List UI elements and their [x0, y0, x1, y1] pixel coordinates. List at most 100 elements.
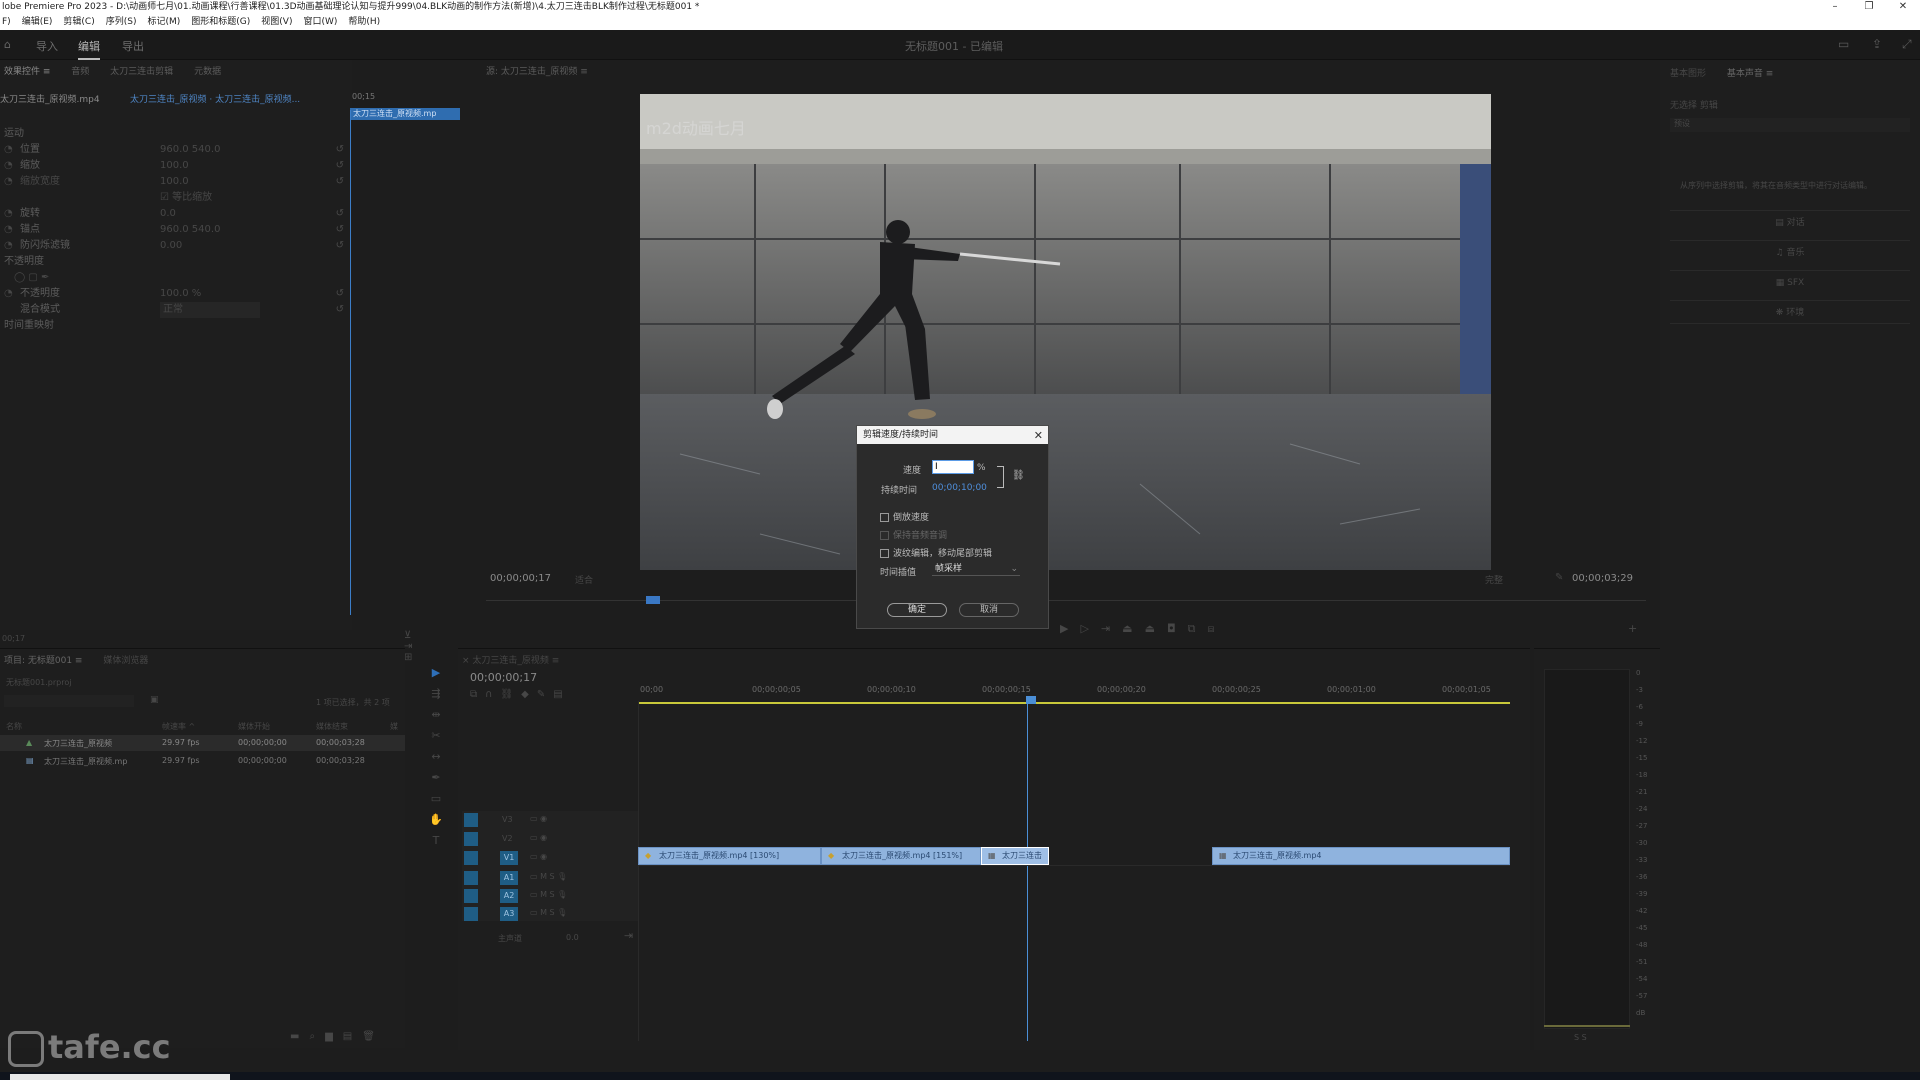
program-scrubber[interactable] [486, 600, 1646, 601]
interp-select[interactable]: 帧采样 ⌄ [932, 562, 1020, 576]
captions-icon[interactable]: ▤ [553, 689, 570, 700]
track-label-v1[interactable]: V1 [500, 851, 518, 865]
col-media[interactable]: 媒 [390, 721, 398, 732]
find-icon[interactable]: ⌕ [309, 1031, 325, 1042]
tab-project[interactable]: 项目: 无标题001 ≡ [4, 656, 82, 666]
table-row[interactable]: ▲ 太刀三连击_原视频 29.97 fps 00;00;00;00 00;00;… [0, 735, 405, 751]
prop-value[interactable]: 960.0 540.0 [160, 142, 336, 158]
tab-edit[interactable]: 编辑 [78, 38, 100, 60]
slip-icon[interactable]: ↔ [428, 746, 444, 767]
stopwatch-icon[interactable]: ◔ [4, 142, 20, 158]
col-name[interactable]: 名称 [6, 721, 22, 732]
selection-tool-icon[interactable]: ▶ [428, 662, 444, 683]
dialogue-button[interactable]: ▤ 对话 [1670, 210, 1910, 234]
go-to-end-icon[interactable]: ⇥ [624, 929, 633, 942]
ripple-edit-checkbox[interactable] [880, 549, 889, 558]
maintain-pitch-checkbox[interactable] [880, 531, 889, 540]
ellipse-mask-icon[interactable]: ◯ [14, 272, 25, 283]
menu-markers[interactable]: 标记(M) [147, 14, 180, 30]
reset-icon[interactable]: ↺ [336, 158, 344, 174]
section-time-remap[interactable]: 时间重映射 [4, 318, 344, 334]
timeline-clip[interactable]: ▦ 太刀三连击_原视频.mp4 [1212, 847, 1510, 865]
marker-icon[interactable]: ◆ [521, 689, 537, 700]
link-clips-icon[interactable]: ⛓ [500, 689, 521, 700]
reset-icon[interactable]: ↺ [336, 142, 344, 158]
tab-audio-mixer[interactable]: 音频 [71, 67, 89, 77]
ok-button[interactable]: 确定 [887, 603, 947, 617]
workspaces-icon[interactable]: ▭ [1838, 37, 1849, 51]
master-track-value[interactable]: 0.0 [566, 933, 579, 942]
blend-mode-select[interactable]: 正常 [160, 302, 260, 318]
prop-value[interactable]: 100.0 % [160, 286, 336, 302]
time-ruler[interactable]: 00;00 00;00;00;05 00;00;00;10 00;00;00;1… [638, 685, 1518, 701]
section-motion[interactable]: 运动 [4, 126, 344, 142]
timeline-clip[interactable]: ◆ 太刀三连击_原视频.mp4 [151%] [821, 847, 981, 865]
tab-essential-sound[interactable]: 基本声音 ≡ [1727, 69, 1773, 79]
track-label-a2[interactable]: A2 [500, 889, 518, 903]
track-label-a1[interactable]: A1 [500, 871, 518, 885]
track-controls-icon[interactable]: ▭ ◉ [530, 833, 547, 842]
timeline-tab[interactable]: × 太刀三连击_原视频 ≡ [462, 653, 559, 666]
new-bin-icon[interactable]: ▬ [290, 1031, 309, 1042]
track-select-icon[interactable]: ⇶ [428, 683, 444, 704]
timeline-clip-selected[interactable]: ▦ 太刀三连击 [981, 847, 1049, 865]
type-icon[interactable]: T [428, 830, 444, 851]
track-label-a3[interactable]: A3 [500, 907, 518, 921]
uniform-scale-checkbox[interactable]: ☑ 等比缩放 [160, 190, 212, 206]
table-row[interactable]: ▤ 太刀三连击_原视频.mp 29.97 fps 00;00;00;00 00;… [0, 753, 405, 769]
reverse-speed-checkbox[interactable] [880, 513, 889, 522]
meter-solo-buttons[interactable]: S S [1574, 1033, 1587, 1042]
pen-icon[interactable]: ✒ [428, 767, 444, 788]
ripple-edit-icon[interactable]: ⇹ [428, 704, 444, 725]
track-controls-icon[interactable]: ▭ ◉ [530, 814, 547, 823]
menu-graphics[interactable]: 图形和标题(G) [191, 14, 250, 30]
track-controls-icon[interactable]: ▭ M S 🎙 [530, 890, 567, 899]
reset-icon[interactable]: ↺ [336, 174, 344, 190]
col-media-end[interactable]: 媒体结束 [316, 721, 348, 732]
play-icon[interactable]: ▶ [1060, 622, 1080, 635]
tab-essential-graphics[interactable]: 基本图形 [1670, 69, 1706, 79]
folder-icon[interactable]: ▆ [325, 1031, 343, 1042]
music-button[interactable]: ♫ 音乐 [1670, 240, 1910, 264]
tab-metadata[interactable]: 元数据 [194, 67, 221, 77]
menu-help[interactable]: 帮助(H) [348, 14, 380, 30]
timeline-playhead[interactable] [1027, 701, 1028, 1041]
project-search-input[interactable] [4, 695, 134, 707]
menu-sequence[interactable]: 序列(S) [106, 14, 137, 30]
timeline-timecode[interactable]: 00;00;00;17 [470, 671, 537, 684]
trash-icon[interactable]: 🗑 [362, 1031, 385, 1042]
track-label-v3[interactable]: V3 [502, 815, 513, 824]
ripple-edit-row[interactable]: 波纹编辑，移动尾部剪辑 [880, 546, 992, 559]
tab-effect-controls[interactable]: 效果控件 ≡ [4, 67, 50, 77]
menu-view[interactable]: 视图(V) [261, 14, 292, 30]
go-to-out-icon[interactable]: ⇥ [1101, 622, 1122, 635]
source-patch-v3[interactable] [464, 813, 478, 827]
speed-input[interactable]: I [932, 460, 974, 474]
stopwatch-icon[interactable]: ◔ [4, 238, 20, 254]
tab-import[interactable]: 导入 [36, 38, 58, 54]
stopwatch-icon[interactable]: ◔ [4, 286, 20, 302]
source-patch-v1[interactable] [464, 851, 478, 865]
maintain-pitch-row[interactable]: 保持音频音调 [880, 528, 947, 541]
vr-icon[interactable]: ⧈ [1208, 622, 1227, 635]
stopwatch-icon[interactable]: ◔ [4, 222, 20, 238]
prop-value[interactable]: 960.0 540.0 [160, 222, 336, 238]
pen-mask-icon[interactable]: ✒ [41, 272, 49, 283]
taskbar-search[interactable] [10, 1074, 230, 1080]
home-icon[interactable]: ⌂ [4, 38, 11, 51]
dialog-close-icon[interactable]: ✕ [1034, 429, 1043, 442]
bin-icon[interactable]: ▣ [150, 695, 159, 705]
new-item-icon[interactable]: ▤ [343, 1031, 362, 1042]
menu-edit[interactable]: 编辑(E) [22, 14, 53, 30]
fit-select[interactable]: 适合 [575, 573, 593, 586]
hand-icon[interactable]: ✋ [428, 809, 444, 830]
export-frame-icon[interactable]: ◘ [1167, 622, 1188, 635]
razor-icon[interactable]: ✂ [428, 725, 444, 746]
quality-select[interactable]: 完整 [1485, 573, 1503, 586]
effect-playhead[interactable] [350, 110, 351, 615]
share-icon[interactable]: ⇪ [1872, 37, 1882, 51]
extract-icon[interactable]: ⏏ [1145, 622, 1167, 635]
reset-icon[interactable]: ↺ [336, 238, 344, 254]
reset-icon[interactable]: ↺ [336, 222, 344, 238]
program-timecode[interactable]: 00;00;00;17 [490, 573, 551, 584]
